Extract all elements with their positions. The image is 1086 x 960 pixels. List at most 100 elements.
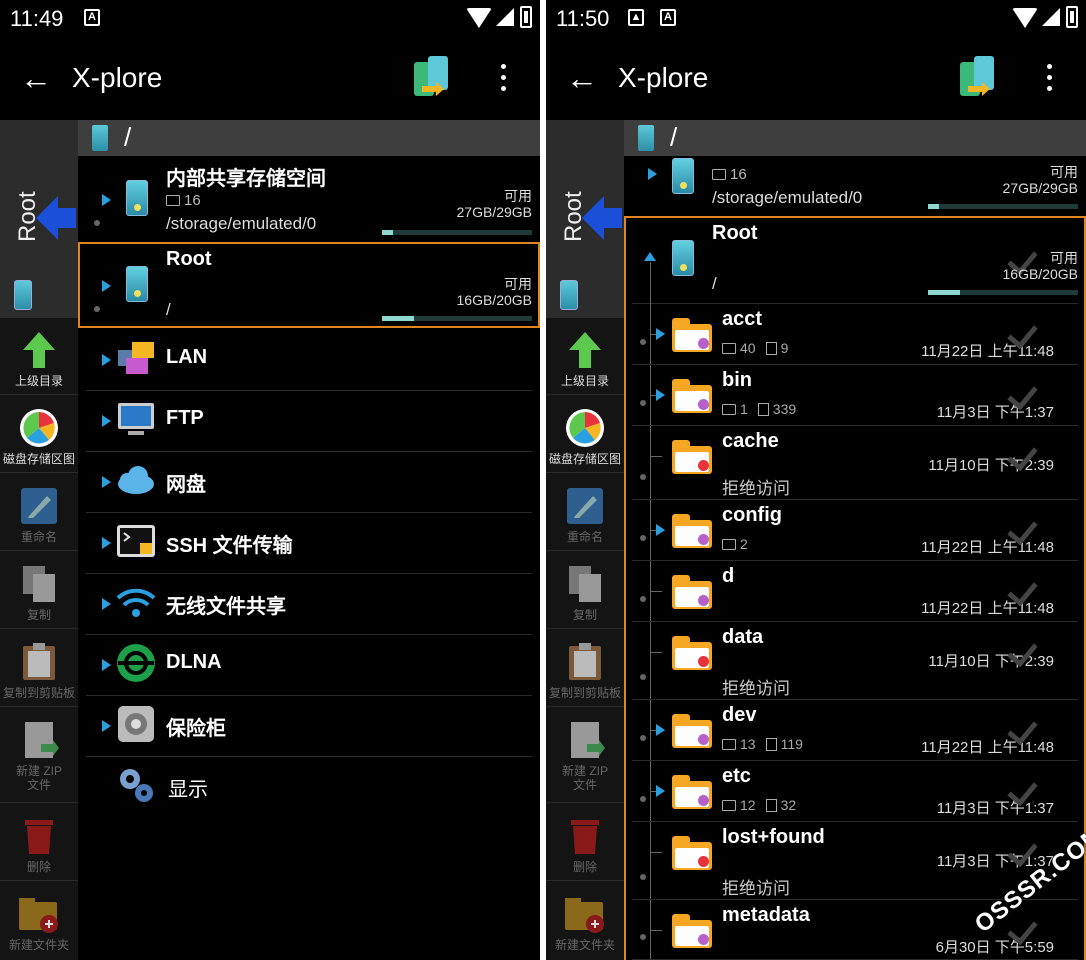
collapse-icon[interactable] <box>644 252 656 261</box>
overflow-menu-icon[interactable] <box>494 64 512 94</box>
new-folder-button[interactable]: 新建文件夹 <box>546 888 624 960</box>
copy-button[interactable]: 复制 <box>0 558 78 636</box>
rename-button[interactable]: 重命名 <box>546 480 624 558</box>
check-icon[interactable] <box>1010 577 1044 601</box>
ssh-icon <box>117 525 155 557</box>
folder-outline-icon <box>166 195 180 206</box>
disk-map-icon <box>20 409 58 447</box>
ftp-item[interactable]: FTP <box>78 391 540 452</box>
expand-icon[interactable] <box>656 328 665 340</box>
folder-icon <box>672 514 712 548</box>
ssh-item[interactable]: SSH 文件传输 <box>78 513 540 574</box>
signal-icon <box>1042 8 1060 26</box>
copy-button[interactable]: 复制 <box>546 558 624 636</box>
disk-map-button[interactable]: 磁盘存储区图 <box>0 402 78 480</box>
delete-label: 删除 <box>26 860 51 874</box>
back-arrow-icon[interactable]: ← <box>566 60 598 96</box>
wifi-share-item[interactable]: 无线文件共享 <box>78 574 540 635</box>
dual-pane-icon[interactable] <box>412 56 450 102</box>
expand-icon[interactable] <box>656 524 665 536</box>
wifi-icon <box>1012 8 1038 28</box>
clipboard-icon <box>23 643 55 680</box>
clipboard-icon <box>569 643 601 680</box>
check-icon[interactable] <box>1010 442 1044 466</box>
expand-icon[interactable] <box>656 724 665 736</box>
check-icon[interactable] <box>1010 638 1044 662</box>
internal-storage-item[interactable]: 16 /storage/emulated/0 可用 27GB/29GB <box>624 156 1086 214</box>
path-bar[interactable]: / <box>78 120 540 156</box>
internal-storage-item[interactable]: 内部共享存储空间 16 /storage/emulated/0 可用 27GB/… <box>78 156 540 240</box>
copy-to-clipboard-button[interactable]: 复制到剪贴板 <box>546 636 624 714</box>
up-arrow-icon <box>569 332 601 368</box>
new-zip-button[interactable]: 新建 ZIP 文件 <box>0 714 78 800</box>
check-icon[interactable] <box>1010 777 1044 801</box>
left-arrow-icon <box>36 196 76 240</box>
check-icon[interactable] <box>1010 838 1044 862</box>
folder-row[interactable]: config 2 11月22日 上午11:48 <box>624 500 1086 561</box>
copy-to-clipboard-button[interactable]: 复制到剪贴板 <box>0 636 78 714</box>
root-pane-tab[interactable]: Root <box>546 120 624 318</box>
storage-path: /storage/emulated/0 <box>166 214 317 233</box>
folder-icon <box>672 636 712 670</box>
folder-name: d <box>722 565 735 587</box>
disk-map-button[interactable]: 磁盘存储区图 <box>546 402 624 480</box>
wifi-icon <box>466 8 492 28</box>
folder-row[interactable]: cache 拒绝访问 11月10日 下午2:39 <box>624 426 1086 500</box>
folder-name: dev <box>722 704 757 726</box>
right-screen: 11:50 ▲ A ← X-plore Root 上级目录 磁盘存储区图 重命名… <box>546 0 1086 960</box>
folder-row[interactable]: acct 40 9 11月22日 上午11:48 <box>624 304 1086 365</box>
sidebar: Root 上级目录 磁盘存储区图 重命名 复制 复制到剪贴板 新建 ZIP 文件… <box>0 120 78 960</box>
folder-name: etc <box>722 765 751 787</box>
expand-icon[interactable] <box>656 389 665 401</box>
parent-dir-button[interactable]: 上级目录 <box>0 324 78 402</box>
dual-pane-icon[interactable] <box>958 56 996 102</box>
folder-name: config <box>722 504 782 526</box>
vault-item[interactable]: 保险柜 <box>78 696 540 757</box>
copy-label: 复制 <box>572 608 597 622</box>
folder-name: lost+found <box>722 826 825 848</box>
back-arrow-icon[interactable]: ← <box>20 60 52 96</box>
status-time: 11:49 <box>10 6 64 31</box>
settings-gears-icon <box>120 769 153 802</box>
free-label: 可用 <box>1050 164 1078 180</box>
root-item[interactable]: Root / 可用 16GB/20GB <box>624 218 1086 304</box>
new-folder-icon <box>19 898 58 933</box>
copy-icon <box>569 566 601 602</box>
cloud-item[interactable]: 网盘 <box>78 452 540 513</box>
check-icon[interactable] <box>1010 916 1044 940</box>
delete-button[interactable]: 删除 <box>0 810 78 888</box>
check-icon[interactable] <box>1010 716 1044 740</box>
folder-row[interactable]: dev 13 119 11月22日 上午11:48 <box>624 700 1086 761</box>
vault-icon <box>118 706 154 742</box>
folder-row[interactable]: etc 12 32 11月3日 下午1:37 <box>624 761 1086 822</box>
delete-label: 删除 <box>572 860 597 874</box>
expand-icon[interactable] <box>102 194 111 206</box>
signal-icon <box>496 8 514 26</box>
folder-row[interactable]: data 拒绝访问 11月10日 下午2:39 <box>624 622 1086 700</box>
check-icon[interactable] <box>1010 320 1044 344</box>
app-bar: ← X-plore <box>0 36 540 120</box>
parent-dir-button[interactable]: 上级目录 <box>546 324 624 402</box>
check-icon[interactable] <box>1010 516 1044 540</box>
expand-icon[interactable] <box>648 168 657 180</box>
folder-row[interactable]: d 11月22日 上午11:48 <box>624 561 1086 622</box>
folder-row[interactable]: bin 1 339 11月3日 下午1:37 <box>624 365 1086 426</box>
new-folder-label: 新建文件夹 <box>8 938 69 952</box>
new-folder-button[interactable]: 新建文件夹 <box>0 888 78 960</box>
ftp-icon <box>118 403 154 435</box>
new-zip-button[interactable]: 新建 ZIP 文件 <box>546 714 624 800</box>
check-icon[interactable] <box>1010 381 1044 405</box>
rename-button[interactable]: 重命名 <box>0 480 78 558</box>
storage-usage-bar <box>382 230 532 235</box>
path-bar[interactable]: / <box>624 120 1086 156</box>
expand-icon[interactable] <box>656 785 665 797</box>
folder-name: data <box>722 626 764 648</box>
root-pane-tab[interactable]: Root <box>0 120 78 318</box>
overflow-menu-icon[interactable] <box>1040 64 1058 94</box>
lan-item[interactable]: LAN <box>78 330 540 391</box>
display-item[interactable]: 显示 <box>78 757 540 818</box>
rename-icon <box>21 488 57 524</box>
dlna-item[interactable]: DLNA <box>78 635 540 696</box>
access-denied: 拒绝访问 <box>722 879 790 898</box>
delete-button[interactable]: 删除 <box>546 810 624 888</box>
